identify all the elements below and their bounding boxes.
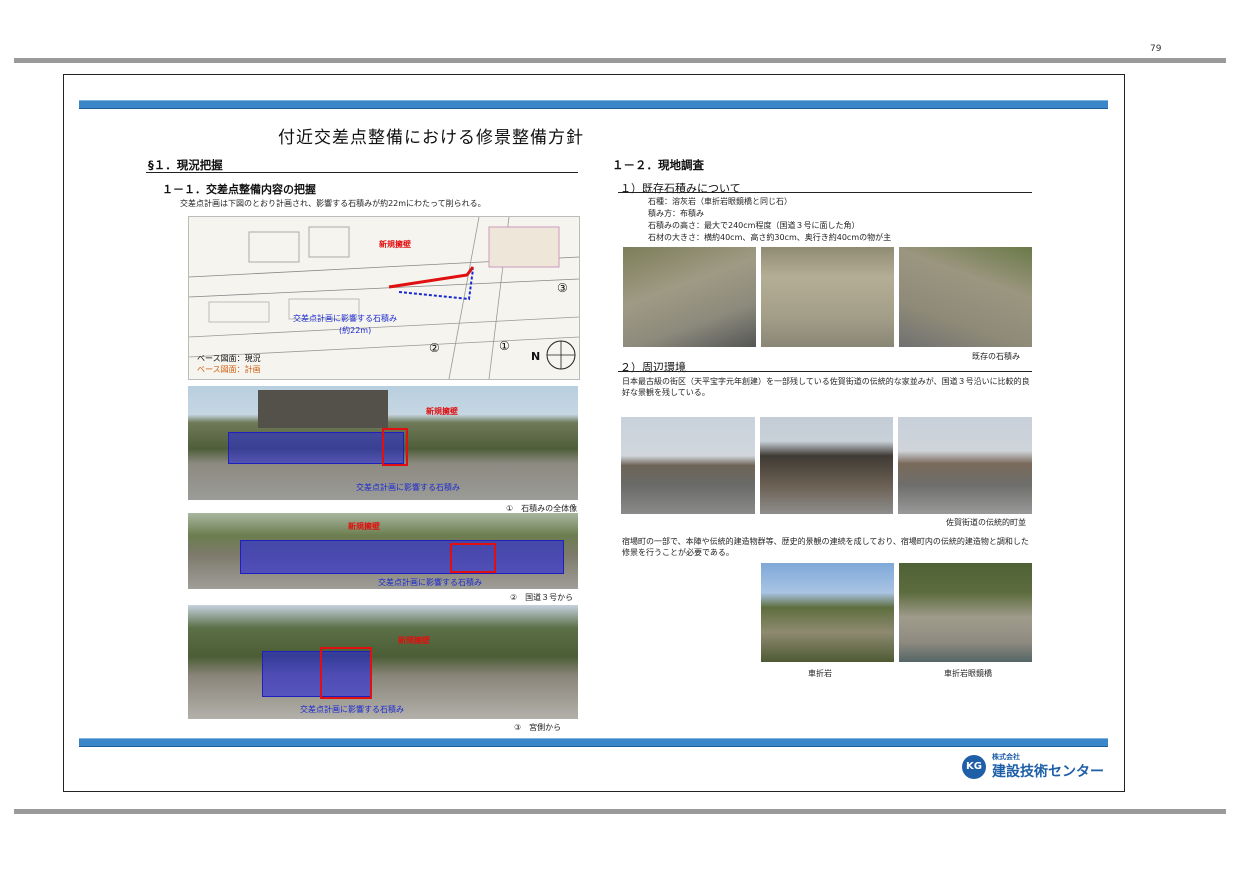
stone-line-4: 石材の大きさ：横約40cm、高さ約30cm、奥行き約40cmの物が主 <box>648 233 892 242</box>
rule-existing-stone <box>618 192 1032 193</box>
map-length-label: (約22m) <box>339 326 372 335</box>
photo-street-2 <box>760 417 893 514</box>
intersection-text: 交差点計画は下図のとおり計画され、影響する石積みが約22mにわたって削られる。 <box>180 199 486 208</box>
north-arrow: N <box>531 350 541 363</box>
surroundings-text: 日本最古級の街区（天平宝字元年創建）を一部残している佐賀街道の伝統的な家並みが、… <box>622 377 1030 397</box>
section-rule-left <box>146 172 578 173</box>
photo3-caption: ③ 宮側から <box>514 723 562 732</box>
photo-kurumaori-bridge <box>899 563 1032 662</box>
subheading-1-1: １－１．交差点整備内容の把握 <box>162 183 316 196</box>
map-marker-2: ② <box>429 341 440 355</box>
photo2-caption: ② 国道３号から <box>510 593 574 602</box>
footer-bar <box>79 738 1108 747</box>
company-logo: KG 株式会社 建設技術センター <box>962 752 1112 784</box>
rule-surroundings <box>618 371 1032 372</box>
top-divider <box>14 58 1226 63</box>
photo3-new-wall-label: 新規擁壁 <box>398 636 430 645</box>
map-marker-1: ① <box>499 339 510 353</box>
intersection-plan-map: 新規擁壁 交差点計画に影響する石積み (約22m) ベース図面：現況 ベース図面… <box>188 216 580 380</box>
company-name: 建設技術センター <box>992 764 1104 780</box>
stone-line-3: 石積みの高さ：最大で240cm程度（国道３号に面した角） <box>648 221 860 230</box>
photo-from-shrine-side: 新規擁壁 交差点計画に影響する石積み <box>188 605 578 719</box>
subheading-existing-stone: １）既存石積みについて <box>620 182 741 195</box>
street-caption: 佐賀街道の伝統的町並 <box>946 518 1026 527</box>
photo2-new-wall-label: 新規擁壁 <box>348 522 380 531</box>
header-bar <box>79 100 1108 109</box>
section-heading-left: §１．現況把握 <box>148 158 223 172</box>
section-heading-right: １－２．現地調査 <box>612 158 704 172</box>
stone-line-1: 石種：溶灰岩（車折岩眼鏡橋と同じ石） <box>648 197 792 206</box>
subheading-surroundings: ２）周辺環境 <box>620 361 686 374</box>
rock-caption: 車折岩 <box>808 669 832 678</box>
photo1-affected-label: 交差点計画に影響する石積み <box>356 483 460 492</box>
existing-stone-caption: 既存の石積み <box>972 352 1020 361</box>
map-affected-label: 交差点計画に影響する石積み <box>293 314 397 323</box>
stone-line-2: 積み方：布積み <box>648 209 704 218</box>
surroundings-text-2: 宿場町の一部で、本陣や伝統的建造物群等、歴史的景観の連続を成しており、宿場町内の… <box>622 537 1029 557</box>
company-mark-icon: KG <box>962 755 986 779</box>
photo-street-1 <box>621 417 755 514</box>
photo-from-route3: 新規擁壁 交差点計画に影響する石積み <box>188 513 578 589</box>
bottom-divider <box>14 809 1226 814</box>
map-base-plan: ベース図面：計画 <box>197 365 261 374</box>
map-new-wall-label: 新規擁壁 <box>379 240 411 249</box>
page-title: 付近交差点整備における修景整備方針 <box>278 128 584 148</box>
photo-existing-stone-1 <box>623 247 756 347</box>
photo2-affected-label: 交差点計画に影響する石積み <box>378 578 482 587</box>
photo-existing-stone-2 <box>761 247 894 347</box>
photo-kurumaori-rock <box>761 563 894 662</box>
photo-stone-wall-overview: 新規擁壁 交差点計画に影響する石積み <box>188 386 578 500</box>
photo3-affected-label: 交差点計画に影響する石積み <box>300 705 404 714</box>
bridge-caption: 車折岩眼鏡橋 <box>944 669 992 678</box>
map-marker-3: ③ <box>557 281 568 295</box>
photo-existing-stone-3 <box>899 247 1032 347</box>
page-number: 79 <box>1150 44 1162 54</box>
photo1-new-wall-label: 新規擁壁 <box>426 407 458 416</box>
map-base-current: ベース図面：現況 <box>197 354 261 363</box>
photo-street-3 <box>898 417 1032 514</box>
